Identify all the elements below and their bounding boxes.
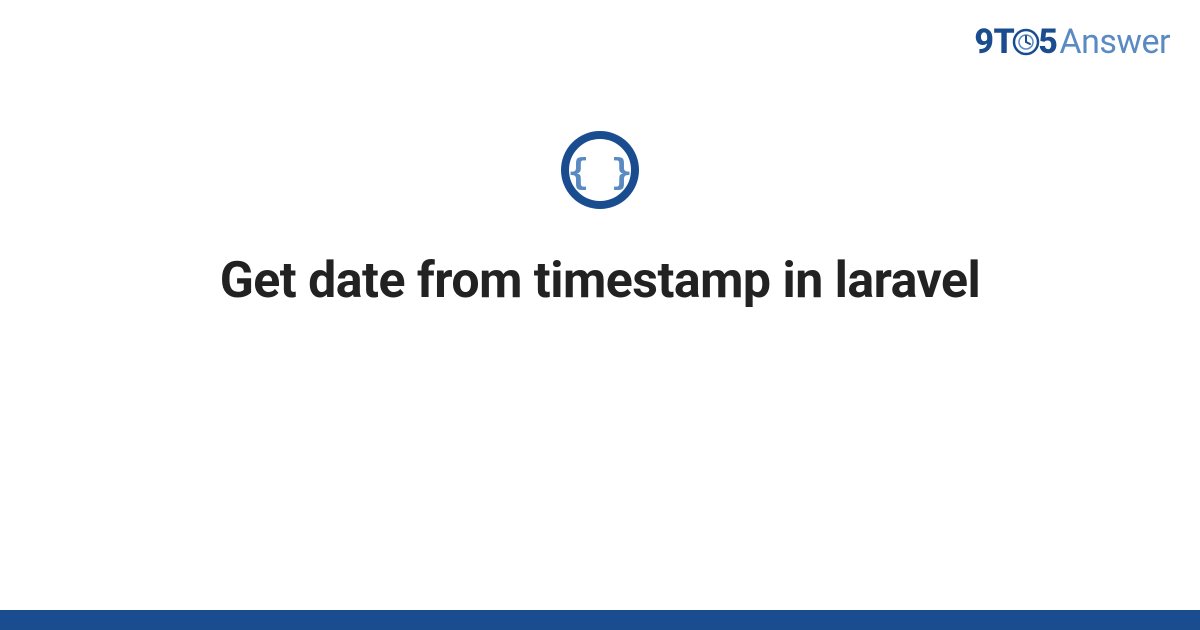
logo-t: T bbox=[994, 22, 1015, 62]
svg-text:{ }: { } bbox=[567, 152, 632, 193]
logo-answer: Answer bbox=[1059, 22, 1170, 62]
category-braces-icon: { } bbox=[560, 130, 640, 210]
bottom-bar bbox=[0, 610, 1200, 630]
site-logo: 9T5Answer bbox=[974, 22, 1170, 62]
logo-five: 5 bbox=[1038, 22, 1057, 62]
logo-nine: 9 bbox=[974, 22, 993, 62]
page-title: Get date from timestamp in laravel bbox=[220, 252, 981, 310]
main-content: { } Get date from timestamp in laravel bbox=[0, 130, 1200, 310]
clock-icon bbox=[1012, 25, 1040, 65]
